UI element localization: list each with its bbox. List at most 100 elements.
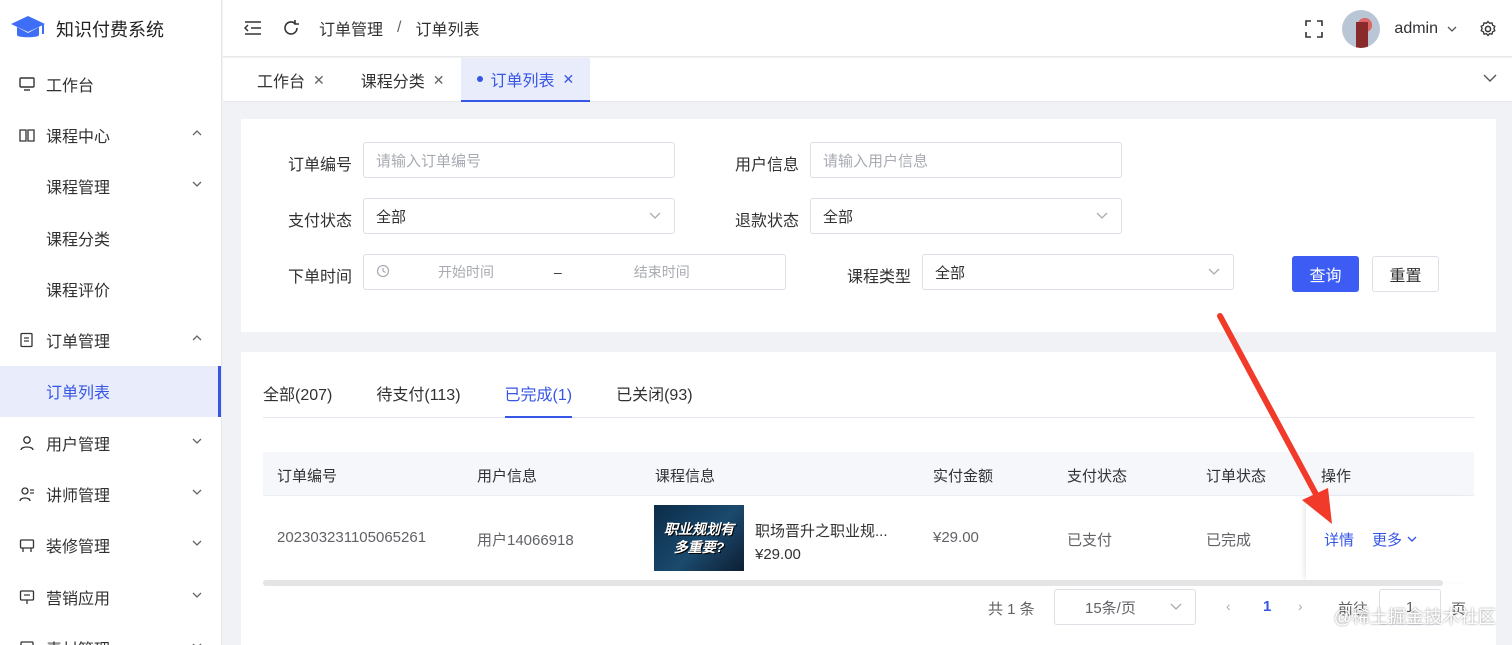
column-header: 操作	[1321, 468, 1352, 485]
column-header: 订单编号	[277, 468, 338, 485]
sidebar-item-teacher-manage[interactable]: 讲师管理	[0, 468, 221, 519]
tab-pending-payment[interactable]: 待支付(113)	[376, 378, 460, 418]
sidebar-item-marketing[interactable]: 营销应用	[0, 571, 221, 622]
sidebar-item-course-category[interactable]: 课程分类	[0, 212, 221, 263]
sidebar-item-label: 素材管理	[46, 636, 110, 645]
select-value: 全部	[376, 208, 407, 226]
sidebar-item-label: 装修管理	[46, 539, 111, 557]
select-value: 15条/页	[1085, 599, 1136, 617]
filter-panel: 订单编号 请输入订单编号 用户信息 请输入用户信息 支付状态 全部 退款状态 全…	[241, 119, 1496, 332]
column-header: 订单状态	[1206, 468, 1267, 485]
course-type-select[interactable]: 全部	[922, 254, 1234, 290]
chevron-down-icon	[191, 639, 203, 645]
tag-label: 订单列表	[490, 73, 555, 90]
graduation-cap-icon	[11, 16, 45, 38]
tab-closed[interactable]: 已关闭(93)	[616, 378, 692, 418]
chevron-down-icon[interactable]	[1482, 70, 1498, 90]
pay-status-label: 支付状态	[288, 213, 353, 230]
chevron-down-icon[interactable]	[1442, 19, 1462, 39]
sidebar-item-label: 课程管理	[46, 180, 111, 198]
thumbnail-text: 职业规划有	[664, 521, 734, 537]
horizontal-scrollbar[interactable]	[263, 580, 1443, 586]
user-name[interactable]: admin	[1394, 20, 1438, 38]
material-icon	[18, 639, 36, 645]
fullscreen-icon[interactable]	[1304, 19, 1324, 39]
user-info-cell: 用户14066918	[477, 532, 574, 549]
breadcrumb-item[interactable]: 订单管理	[319, 16, 383, 40]
order-time-range[interactable]: 开始时间 – 结束时间	[363, 254, 786, 290]
more-dropdown[interactable]: 更多	[1372, 529, 1418, 550]
breadcrumb-item: 订单列表	[415, 22, 480, 39]
table-header: 订单编号 用户信息 课程信息 实付金额 支付状态 订单状态 操作	[263, 452, 1474, 496]
sidebar: 知识付费系统 工作台 课程中心 课程管理 课程分类 课程评价 订单管理 订单列表	[0, 0, 222, 645]
chevron-down-icon	[191, 485, 203, 503]
chevron-down-icon	[1169, 599, 1183, 617]
order-time-label: 下单时间	[288, 269, 353, 286]
tab-completed[interactable]: 已完成(1)	[504, 378, 573, 418]
chevron-down-icon	[1207, 264, 1221, 282]
refresh-icon[interactable]	[281, 18, 301, 38]
teacher-icon	[18, 485, 36, 503]
tag-order-list[interactable]: 订单列表 ✕	[460, 58, 591, 102]
start-time-input[interactable]: 开始时间	[438, 262, 494, 282]
next-page-icon[interactable]: ›	[1298, 598, 1303, 614]
reset-button[interactable]: 重置	[1372, 256, 1439, 292]
more-label: 更多	[1372, 532, 1403, 549]
header-right: admin	[1304, 0, 1512, 57]
chevron-down-icon	[648, 208, 662, 226]
app-logo[interactable]: 知识付费系统	[0, 0, 221, 58]
refund-status-label: 退款状态	[735, 213, 800, 230]
active-dot-icon	[476, 76, 483, 82]
order-no-input[interactable]: 请输入订单编号	[363, 142, 675, 178]
chevron-down-icon	[1406, 532, 1418, 549]
close-icon[interactable]: ✕	[313, 72, 325, 89]
sidebar-item-label: 工作台	[46, 77, 95, 95]
avatar[interactable]	[1342, 9, 1381, 48]
range-separator: –	[554, 264, 562, 280]
sidebar-item-user-manage[interactable]: 用户管理	[0, 417, 221, 468]
user-info-input[interactable]: 请输入用户信息	[810, 142, 1122, 178]
tag-course-category[interactable]: 课程分类 ✕	[341, 58, 461, 102]
search-button[interactable]: 查询	[1292, 256, 1359, 292]
tag-label: 工作台	[257, 74, 306, 91]
order-no-label: 订单编号	[288, 157, 353, 174]
page-number[interactable]: 1	[1263, 598, 1271, 615]
chevron-down-icon	[191, 588, 203, 606]
tag-workbench[interactable]: 工作台 ✕	[223, 58, 341, 102]
pay-status-select[interactable]: 全部	[363, 198, 675, 234]
order-no-cell: 202303231105065261	[277, 529, 427, 546]
course-thumbnail[interactable]: 职业规划有 多重要?	[654, 505, 744, 571]
sidebar-item-material-manage[interactable]: 素材管理	[0, 622, 221, 645]
gear-icon[interactable]	[1478, 19, 1498, 39]
chevron-down-icon	[191, 434, 203, 452]
tag-label: 课程分类	[360, 74, 425, 91]
close-icon[interactable]: ✕	[433, 72, 445, 89]
sidebar-item-course-review[interactable]: 课程评价	[0, 263, 221, 314]
marketing-icon	[18, 588, 36, 606]
sidebar-item-order-list[interactable]: 订单列表	[0, 365, 221, 418]
chevron-up-icon	[191, 126, 203, 144]
sidebar-item-workbench[interactable]: 工作台	[0, 58, 221, 109]
sidebar-item-course-center[interactable]: 课程中心	[0, 109, 221, 160]
sidebar-item-course-manage[interactable]: 课程管理	[0, 161, 221, 212]
refund-status-select[interactable]: 全部	[810, 198, 1122, 234]
page-size-select[interactable]: 15条/页	[1054, 589, 1196, 625]
menu-fold-icon[interactable]	[243, 18, 263, 38]
sidebar-item-decoration-manage[interactable]: 装修管理	[0, 520, 221, 571]
tab-all[interactable]: 全部(207)	[263, 378, 332, 418]
order-table-panel: 全部(207) 待支付(113) 已完成(1) 已关闭(93) 订单编号 用户信…	[241, 352, 1496, 645]
detail-link[interactable]: 详情	[1324, 529, 1354, 550]
sidebar-item-label: 订单管理	[46, 334, 111, 352]
close-icon[interactable]: ✕	[563, 71, 575, 88]
breadcrumb-separator: /	[397, 19, 402, 36]
user-icon	[18, 434, 36, 452]
sidebar-item-label: 课程中心	[46, 128, 111, 146]
operation-cell: 详情 更多	[1306, 496, 1474, 582]
prev-page-icon[interactable]: ‹	[1226, 598, 1231, 614]
sidebar-item-order-manage[interactable]: 订单管理	[0, 314, 221, 365]
sidebar-item-label: 课程分类	[46, 231, 111, 249]
end-time-input[interactable]: 结束时间	[634, 262, 690, 282]
chevron-up-icon	[191, 331, 203, 349]
course-price: ¥29.00	[755, 546, 801, 563]
sidebar-item-label: 用户管理	[46, 436, 111, 454]
